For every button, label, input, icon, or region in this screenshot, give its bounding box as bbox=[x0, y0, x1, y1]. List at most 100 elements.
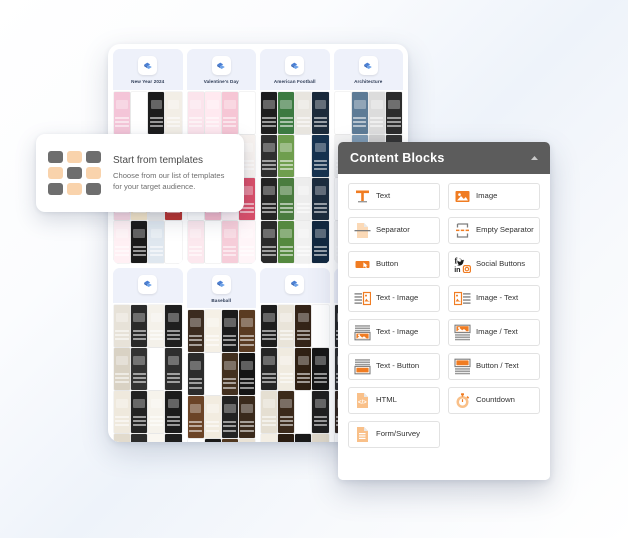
template-thumbnail[interactable] bbox=[221, 353, 238, 395]
template-thumbnail[interactable] bbox=[165, 347, 182, 390]
content-block-empty-separator[interactable]: Empty Separator bbox=[448, 217, 540, 244]
template-thumbnail[interactable] bbox=[114, 91, 131, 134]
chevron-up-icon[interactable] bbox=[530, 155, 539, 161]
template-thumbnail[interactable] bbox=[312, 390, 329, 433]
template-thumbnail[interactable] bbox=[238, 310, 255, 352]
content-block-text-button[interactable]: Text - Button bbox=[348, 353, 440, 380]
start-from-templates-tooltip[interactable]: Start from templates Choose from our lis… bbox=[36, 134, 244, 212]
template-thumbnail[interactable] bbox=[187, 310, 204, 352]
content-blocks-header[interactable]: Content Blocks bbox=[338, 142, 550, 174]
template-thumbnail[interactable] bbox=[204, 91, 221, 134]
template-thumbnail[interactable] bbox=[295, 304, 312, 347]
template-thumbnail[interactable] bbox=[114, 220, 131, 263]
template-thumbnail[interactable] bbox=[261, 177, 278, 220]
template-thumbnail[interactable] bbox=[148, 347, 165, 390]
template-thumbnail[interactable] bbox=[368, 91, 385, 134]
template-category-card[interactable] bbox=[113, 267, 183, 442]
template-thumbnail[interactable] bbox=[148, 390, 165, 433]
template-thumbnail[interactable] bbox=[278, 433, 295, 442]
content-block-text[interactable]: Text bbox=[348, 183, 440, 210]
template-thumbnail[interactable] bbox=[295, 390, 312, 433]
template-thumbnail[interactable] bbox=[165, 304, 182, 347]
template-thumbnail[interactable] bbox=[278, 220, 295, 263]
template-thumbnail[interactable] bbox=[131, 304, 148, 347]
template-thumbnail[interactable] bbox=[278, 134, 295, 177]
template-thumbnail[interactable] bbox=[312, 304, 329, 347]
template-thumbnail[interactable] bbox=[221, 396, 238, 438]
template-thumbnail[interactable] bbox=[261, 304, 278, 347]
content-block-button-text[interactable]: Button / Text bbox=[448, 353, 540, 380]
template-thumbnail[interactable] bbox=[385, 91, 402, 134]
template-category-card[interactable] bbox=[260, 267, 330, 442]
template-thumbnail[interactable] bbox=[114, 433, 131, 442]
template-thumbnail[interactable] bbox=[204, 353, 221, 395]
template-thumbnail[interactable] bbox=[278, 177, 295, 220]
template-thumbnail[interactable] bbox=[261, 433, 278, 442]
template-thumbnail[interactable] bbox=[131, 433, 148, 442]
template-thumbnail[interactable] bbox=[165, 390, 182, 433]
template-thumbnail[interactable] bbox=[351, 91, 368, 134]
template-thumbnail[interactable] bbox=[187, 220, 204, 263]
template-thumbnail[interactable] bbox=[295, 177, 312, 220]
template-thumbnail[interactable] bbox=[221, 91, 238, 134]
template-thumbnail[interactable] bbox=[165, 433, 182, 442]
template-thumbnail[interactable] bbox=[278, 304, 295, 347]
content-block-image[interactable]: Image bbox=[448, 183, 540, 210]
template-thumbnail[interactable] bbox=[261, 220, 278, 263]
template-thumbnail[interactable] bbox=[261, 347, 278, 390]
template-thumbnail[interactable] bbox=[238, 439, 255, 442]
template-thumbnail[interactable] bbox=[334, 91, 351, 134]
template-thumbnail[interactable] bbox=[312, 91, 329, 134]
template-thumbnail[interactable] bbox=[148, 304, 165, 347]
template-thumbnail[interactable] bbox=[187, 91, 204, 134]
template-thumbnail[interactable] bbox=[114, 347, 131, 390]
template-thumbnail[interactable] bbox=[238, 353, 255, 395]
template-thumbnail[interactable] bbox=[238, 396, 255, 438]
template-thumbnail[interactable] bbox=[261, 91, 278, 134]
content-block-text-image[interactable]: Text - Image bbox=[348, 319, 440, 346]
template-thumbnail[interactable] bbox=[148, 433, 165, 442]
template-thumbnail[interactable] bbox=[295, 347, 312, 390]
content-block-html[interactable]: </> HTML bbox=[348, 387, 440, 414]
template-category-card[interactable]: American Football bbox=[260, 49, 330, 264]
template-thumbnail[interactable] bbox=[312, 220, 329, 263]
template-thumbnail[interactable] bbox=[131, 347, 148, 390]
content-block-separator[interactable]: Separator bbox=[348, 217, 440, 244]
template-thumbnail[interactable] bbox=[238, 220, 255, 263]
template-thumbnail[interactable] bbox=[114, 304, 131, 347]
content-block-button[interactable]: Button bbox=[348, 251, 440, 278]
content-block-image-text[interactable]: Image - Text bbox=[448, 285, 540, 312]
template-thumbnail[interactable] bbox=[261, 390, 278, 433]
template-thumbnail[interactable] bbox=[295, 134, 312, 177]
template-thumbnail[interactable] bbox=[114, 390, 131, 433]
template-thumbnail[interactable] bbox=[148, 91, 165, 134]
template-thumbnail[interactable] bbox=[204, 439, 221, 442]
template-thumbnail[interactable] bbox=[295, 433, 312, 442]
template-thumbnail[interactable] bbox=[187, 353, 204, 395]
template-thumbnail[interactable] bbox=[221, 220, 238, 263]
template-thumbnail[interactable] bbox=[295, 220, 312, 263]
template-thumbnail[interactable] bbox=[204, 310, 221, 352]
content-block-form-survey[interactable]: Form/Survey bbox=[348, 421, 440, 448]
content-block-social-buttons[interactable]: f in Social Buttons bbox=[448, 251, 540, 278]
template-thumbnail[interactable] bbox=[312, 177, 329, 220]
template-thumbnail[interactable] bbox=[221, 310, 238, 352]
content-blocks-panel[interactable]: Content Blocks Text Image Separator Empty S… bbox=[338, 142, 550, 480]
content-block-countdown[interactable]: Countdown bbox=[448, 387, 540, 414]
content-block-text-image[interactable]: Text - Image bbox=[348, 285, 440, 312]
template-thumbnail[interactable] bbox=[312, 134, 329, 177]
template-thumbnail[interactable] bbox=[131, 91, 148, 134]
template-thumbnail[interactable] bbox=[131, 390, 148, 433]
template-thumbnail[interactable] bbox=[312, 433, 329, 442]
template-thumbnail[interactable] bbox=[204, 220, 221, 263]
template-thumbnail[interactable] bbox=[278, 91, 295, 134]
template-thumbnail[interactable] bbox=[221, 439, 238, 442]
template-thumbnail[interactable] bbox=[187, 396, 204, 438]
template-thumbnail[interactable] bbox=[204, 396, 221, 438]
template-thumbnail[interactable] bbox=[312, 347, 329, 390]
template-thumbnail[interactable] bbox=[131, 220, 148, 263]
template-thumbnail[interactable] bbox=[238, 91, 255, 134]
template-category-card[interactable]: Baseball bbox=[186, 267, 256, 442]
content-block-image-text[interactable]: Image / Text bbox=[448, 319, 540, 346]
template-thumbnail[interactable] bbox=[261, 134, 278, 177]
